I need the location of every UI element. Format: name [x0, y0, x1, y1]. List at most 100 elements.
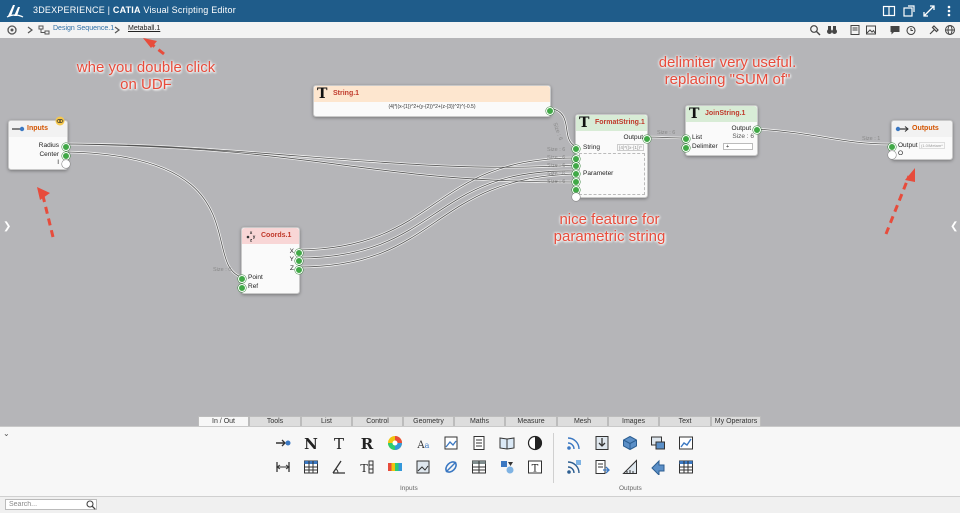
- settings-gear-icon[interactable]: [6, 24, 18, 36]
- download-icon[interactable]: [594, 435, 610, 451]
- tab-images[interactable]: Images: [608, 416, 659, 426]
- zoom-icon[interactable]: [809, 24, 821, 36]
- input-parameter-icon[interactable]: [275, 435, 291, 451]
- image-frame-icon[interactable]: [415, 459, 431, 475]
- text-box-icon[interactable]: T: [527, 459, 543, 475]
- string-node[interactable]: T String.1 (4|*|(x-{1})^2+(y-{2})^2+(z-{…: [313, 85, 554, 117]
- formatstring-string-value[interactable]: {4}*((x-{1})^: [616, 144, 644, 151]
- maximize-icon[interactable]: [922, 4, 936, 18]
- notes-icon[interactable]: [849, 24, 861, 36]
- share-icon[interactable]: [902, 4, 916, 18]
- coords-point-port[interactable]: [238, 275, 246, 283]
- string-node-header[interactable]: T String.1: [314, 86, 550, 102]
- tab-list[interactable]: List: [301, 416, 352, 426]
- joinstring-node[interactable]: T JoinString.1 Output Size : 6 List Deli…: [682, 105, 761, 156]
- coords-y-port[interactable]: [295, 257, 303, 265]
- right-panel-chevron-icon[interactable]: ❮: [950, 221, 958, 232]
- coords-ref-port[interactable]: [238, 284, 246, 292]
- coords-x-port[interactable]: [295, 249, 303, 257]
- string-node-output-port[interactable]: [546, 107, 554, 115]
- outputs-output-value[interactable]: (1.0/Metam*: [919, 142, 945, 149]
- measure-output-icon[interactable]: [622, 459, 638, 475]
- joinstring-delimiter-port[interactable]: [682, 144, 690, 152]
- spreadsheet-icon[interactable]: [471, 459, 487, 475]
- contrast-icon[interactable]: [527, 435, 543, 451]
- formatstring-parameter-port[interactable]: [572, 178, 580, 186]
- text-icon[interactable]: T: [331, 435, 347, 451]
- real-icon[interactable]: R: [359, 435, 375, 451]
- outputs-output-port[interactable]: [888, 143, 896, 151]
- chart-icon[interactable]: [678, 435, 694, 451]
- tools-icon[interactable]: [928, 24, 940, 36]
- export-document-icon[interactable]: [594, 459, 610, 475]
- dimension-icon[interactable]: [275, 459, 291, 475]
- joinstring-delimiter-input[interactable]: +: [723, 143, 753, 150]
- formatstring-parameter-port[interactable]: [572, 170, 580, 178]
- shapes-icon[interactable]: [499, 459, 515, 475]
- inputs-node[interactable]: Inputs Radius Center I: [8, 116, 70, 170]
- binoculars-icon[interactable]: [826, 24, 838, 36]
- chevron-right-icon: [114, 26, 120, 34]
- joinstring-list-port[interactable]: [682, 135, 690, 143]
- breadcrumb-metaball[interactable]: Metaball.1: [128, 25, 160, 32]
- split-view-icon[interactable]: [882, 4, 896, 18]
- globe-icon[interactable]: [944, 24, 956, 36]
- wire-size-label: Size : 6: [547, 163, 566, 169]
- inputs-port-center[interactable]: [62, 152, 70, 160]
- comment-output-icon[interactable]: [650, 435, 666, 451]
- tab-in-out[interactable]: In / Out: [198, 416, 249, 426]
- tab-mesh[interactable]: Mesh: [557, 416, 608, 426]
- tab-control[interactable]: Control: [352, 416, 403, 426]
- tab-my-operators[interactable]: My Operators: [711, 416, 761, 426]
- table-icon[interactable]: [303, 459, 319, 475]
- tab-tools[interactable]: Tools: [249, 416, 301, 426]
- color-wheel-icon[interactable]: [387, 435, 403, 451]
- search-input[interactable]: [5, 499, 97, 510]
- coords-z-port[interactable]: [295, 266, 303, 274]
- breadcrumb-design-sequence[interactable]: Design Sequence.1: [53, 25, 114, 32]
- formatstring-node-header[interactable]: T FormatString.1: [576, 115, 647, 131]
- tab-measure[interactable]: Measure: [505, 416, 557, 426]
- search-icon[interactable]: [86, 500, 96, 510]
- image-icon[interactable]: [865, 24, 877, 36]
- outputs-node-header[interactable]: Outputs: [892, 121, 952, 137]
- picture-icon[interactable]: [443, 435, 459, 451]
- grid-output-icon[interactable]: [678, 459, 694, 475]
- eye-icon[interactable]: [55, 116, 65, 126]
- broadcast-icon[interactable]: [566, 435, 582, 451]
- angle-icon[interactable]: [331, 459, 347, 475]
- text-list-icon[interactable]: T: [359, 459, 375, 475]
- tab-maths[interactable]: Maths: [454, 416, 505, 426]
- collapse-chevron-icon[interactable]: ⌄: [3, 429, 10, 438]
- graph-canvas[interactable]: Size : 6 Size : 6 Size : 6 Size : 6 Size…: [0, 38, 960, 415]
- tab-text[interactable]: Text: [659, 416, 711, 426]
- send-icon[interactable]: [650, 459, 666, 475]
- timer-icon[interactable]: [905, 24, 917, 36]
- book-icon[interactable]: [499, 435, 515, 451]
- gradient-icon[interactable]: [387, 459, 403, 475]
- left-panel-chevron-icon[interactable]: ❯: [3, 221, 11, 232]
- 3d-box-icon[interactable]: [622, 435, 638, 451]
- document-icon[interactable]: [471, 435, 487, 451]
- inputs-port-i[interactable]: [62, 160, 70, 168]
- joinstring-node-header[interactable]: T JoinString.1: [686, 106, 757, 122]
- integer-icon[interactable]: N: [303, 435, 319, 451]
- stream-icon[interactable]: [566, 459, 582, 475]
- tab-geometry[interactable]: Geometry: [403, 416, 454, 426]
- inputs-port-radius[interactable]: [62, 143, 70, 151]
- coords-node[interactable]: xyz Coords.1 X Y Z Point Ref: [238, 227, 303, 294]
- comment-icon[interactable]: [889, 24, 901, 36]
- coords-node-header[interactable]: xyz Coords.1: [242, 228, 299, 244]
- link-icon[interactable]: [443, 459, 459, 475]
- formatstring-node[interactable]: T FormatString.1 Output String {4}*((x-{…: [572, 114, 651, 201]
- formatstring-string-port[interactable]: [572, 145, 580, 153]
- font-icon[interactable]: Aa: [415, 435, 431, 451]
- outputs-node[interactable]: Outputs Output (1.0/Metam* O: [888, 120, 953, 160]
- formatstring-parameter-port[interactable]: [572, 193, 580, 201]
- outputs-o-port[interactable]: [888, 151, 896, 159]
- joinstring-output-port[interactable]: [753, 126, 761, 134]
- more-menu-icon[interactable]: [942, 4, 956, 18]
- formatstring-output-port[interactable]: [643, 135, 651, 143]
- coords-ref-label: Ref: [248, 283, 259, 290]
- formatstring-parameter-port[interactable]: [572, 162, 580, 170]
